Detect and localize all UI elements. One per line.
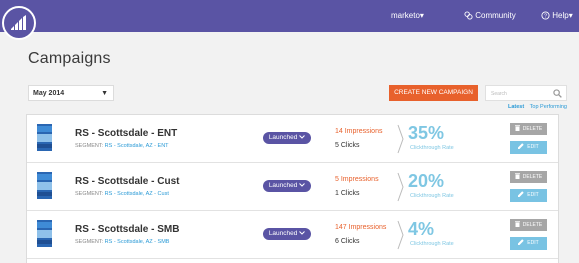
clickthrough-rate-label: Clickthrough Rate [410,193,454,199]
campaign-row[interactable]: RS - Scottsdale - Cust SEGMENT: RS - Sco… [27,163,558,211]
campaign-thumbnail [37,124,52,151]
community-label: Community [475,11,516,20]
campaign-segment: SEGMENT: RS - Scottsdale, AZ - ENT [75,143,169,149]
delete-label: DELETE [522,174,543,180]
segment-label: SEGMENT: [75,143,104,149]
account-menu-label: marketo [391,11,420,20]
edit-button[interactable]: EDIT [510,237,547,250]
impressions-count: 147 Impressions [335,224,387,231]
clicks-count: 6 Clicks [335,238,360,245]
segment-link[interactable]: RS - Scottsdale, AZ - SMB [105,239,170,245]
campaign-thumbnail [37,220,52,247]
segment-label: SEGMENT: [75,239,104,245]
brace-icon [397,124,404,154]
brace-icon [397,172,404,202]
logo-bars-icon [11,15,26,30]
edit-label: EDIT [527,144,539,150]
campaign-name[interactable]: RS - Scottsdale - Cust [75,176,179,187]
sort-top-performing-link[interactable]: Top Performing [530,104,567,110]
status-dropdown[interactable]: Launched [263,180,311,192]
clickthrough-rate-label: Clickthrough Rate [410,145,454,151]
help-label: Help [552,11,569,20]
status-label: Launched [268,230,298,237]
sort-latest-link[interactable]: Latest [508,104,524,110]
community-icon [464,11,473,20]
delete-label: DELETE [522,222,543,228]
edit-button[interactable]: EDIT [510,189,547,202]
svg-text:?: ? [544,14,547,20]
status-label: Launched [268,134,298,141]
segment-link[interactable]: RS - Scottsdale, AZ - ENT [105,143,169,149]
chevron-down-icon: ▾ [419,11,424,20]
clickthrough-rate-value: 4% [408,219,435,239]
chevron-down-icon [299,231,306,235]
campaign-row[interactable]: RS - Scottsdale - SMB SEGMENT: RS - Scot… [27,211,558,259]
search-icon[interactable] [553,89,562,98]
campaign-row[interactable]: RS - Scottsdale - ENT SEGMENT: RS - Scot… [27,115,558,163]
status-label: Launched [268,182,298,189]
pencil-icon [518,239,524,245]
campaign-list: RS - Scottsdale - ENT SEGMENT: RS - Scot… [26,114,559,263]
trash-icon [514,125,520,131]
top-navigation-bar: marketo▾ Community ? Help▾ [0,0,579,32]
delete-label: DELETE [522,126,543,132]
trash-icon [514,173,520,179]
clicks-count: 5 Clicks [335,142,360,149]
campaign-segment: SEGMENT: RS - Scottsdale, AZ - Cust [75,191,169,197]
clickthrough-rate-value: 35% [408,123,445,143]
pencil-icon [518,191,524,197]
status-dropdown[interactable]: Launched [263,228,311,240]
chevron-down-icon: ▼ [101,90,108,97]
page-title: Campaigns [28,50,111,67]
segment-label: SEGMENT: [75,191,104,197]
clickthrough-rate-value: 20% [408,171,445,191]
search-placeholder: Search [491,91,507,97]
status-dropdown[interactable]: Launched [263,132,311,144]
campaign-name[interactable]: RS - Scottsdale - SMB [75,224,179,235]
marketo-logo-icon[interactable] [2,6,36,40]
impressions-count: 14 Impressions [335,128,383,135]
chevron-down-icon [299,183,306,187]
campaign-thumbnail [37,172,52,199]
help-icon: ? [541,11,550,20]
edit-label: EDIT [527,192,539,198]
app-frame: marketo▾ Community ? Help▾ Campaigns May [0,0,579,263]
sort-options: Latest Top Performing [508,104,567,110]
segment-link[interactable]: RS - Scottsdale, AZ - Cust [105,191,169,197]
delete-button[interactable]: DELETE [510,171,547,183]
delete-button[interactable]: DELETE [510,123,547,135]
chevron-down-icon: ▾ [568,11,573,20]
trash-icon [514,221,520,227]
clicks-count: 1 Clicks [335,190,360,197]
edit-label: EDIT [527,240,539,246]
campaign-name[interactable]: RS - Scottsdale - ENT [75,128,177,139]
delete-button[interactable]: DELETE [510,219,547,231]
impressions-count: 5 Impressions [335,176,379,183]
create-new-campaign-button[interactable]: CREATE NEW CAMPAIGN [389,85,478,101]
brace-icon [397,220,404,250]
month-dropdown[interactable]: May 2014 ▼ [28,85,114,101]
campaign-segment: SEGMENT: RS - Scottsdale, AZ - SMB [75,239,169,245]
community-link[interactable]: Community [464,11,516,20]
pencil-icon [518,143,524,149]
edit-button[interactable]: EDIT [510,141,547,154]
month-dropdown-value: May 2014 [33,90,65,97]
clickthrough-rate-label: Clickthrough Rate [410,241,454,247]
account-menu[interactable]: marketo▾ [391,11,424,20]
chevron-down-icon [299,135,306,139]
search-input[interactable]: Search [485,85,567,101]
help-menu[interactable]: ? Help▾ [541,11,573,20]
